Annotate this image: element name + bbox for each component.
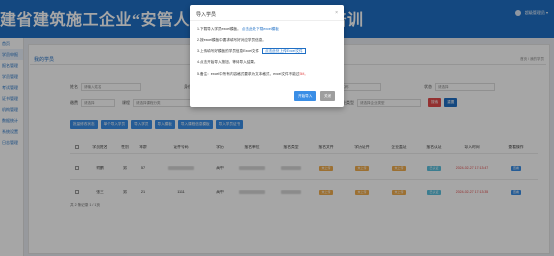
step-5: 5.备注：excel中所有内容格式要求为文本格式，excel文件不能过5M。 — [197, 72, 308, 77]
size-limit-warning: 5M。 — [299, 72, 309, 76]
step-5-text: 5.备注：excel中所有内容格式要求为文本格式，excel文件不能过 — [197, 72, 300, 76]
dialog-divider — [190, 20, 344, 21]
step-1: 1.下载导入学员excel模板。 点击此处下载excel模板 — [197, 27, 279, 32]
step-3-text: 3.上传填写好模板的学员信息Excel文件 — [197, 49, 260, 53]
upload-file-button[interactable]: 点击此处上传Excel文件 — [262, 48, 306, 54]
download-template-link[interactable]: 点击此处下载excel模板 — [242, 27, 279, 31]
start-import-button[interactable]: 开始导入 — [294, 91, 317, 101]
step-3: 3.上传填写好模板的学员信息Excel文件 点击此处上传Excel文件 — [197, 48, 306, 54]
step-1-text: 1.下载导入学员excel模板。 — [197, 27, 241, 31]
step-2: 2.按excel模板中要求填写好对应学员信息。 — [197, 38, 266, 42]
close-icon[interactable]: × — [335, 10, 338, 16]
import-students-dialog: 导入学员 × 1.下载导入学员excel模板。 点击此处下载excel模板 2.… — [190, 5, 344, 107]
close-button[interactable]: 关闭 — [320, 91, 336, 101]
step-4: 4.点击开始导入按钮，等待导入结果。 — [197, 60, 258, 64]
dialog-title: 导入学员 — [196, 12, 217, 18]
